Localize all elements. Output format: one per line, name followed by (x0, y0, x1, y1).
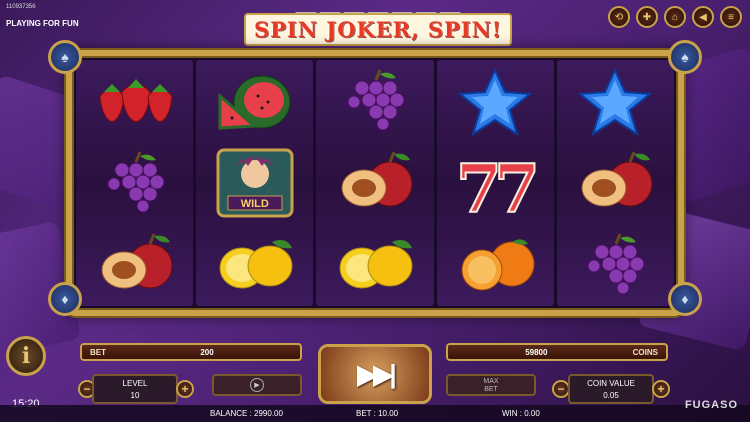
top-toolbar: ⟲ ✚ ⌂ ◀ ≡ (608, 6, 742, 28)
plum-symbol (316, 142, 433, 224)
level-plus-button[interactable]: + (176, 380, 194, 398)
diamond-icon: ♦ (668, 282, 702, 316)
spade-icon: ♠ (668, 40, 702, 74)
balance-text: BALANCE : 2990.00 (210, 409, 283, 418)
home-icon[interactable]: ⌂ (664, 6, 686, 28)
wild-symbol: WILD (196, 142, 313, 224)
svg-text:7: 7 (494, 150, 538, 218)
grapes-symbol (76, 142, 193, 224)
star-symbol (437, 60, 554, 142)
win-text: WIN : 0.00 (502, 409, 540, 418)
star-symbol (557, 60, 674, 142)
reel-2: WILD (196, 60, 314, 306)
bet-bar: BET 200 (80, 343, 302, 361)
reel-1 (76, 60, 194, 306)
play-icon: ▶ (250, 378, 264, 392)
reel-frame: WILD 7 7 (66, 50, 684, 316)
coin-value-plus-button[interactable]: + (652, 380, 670, 398)
grapes-symbol (316, 60, 433, 142)
strawberry-symbol (76, 60, 193, 142)
grapes-symbol (557, 224, 674, 306)
spade-icon: ♠ (48, 40, 82, 74)
plum-symbol (76, 224, 193, 306)
orange-symbol (437, 224, 554, 306)
autoplay-button[interactable]: ▶ (212, 374, 302, 396)
history-icon[interactable]: ⟲ (608, 6, 630, 28)
level-display: LEVEL 10 (92, 374, 178, 404)
coins-label: COINS (632, 347, 658, 357)
level-label: LEVEL (122, 379, 148, 388)
game-logo: SPIN JOKER, SPIN! (218, 6, 538, 52)
reel-4: 77 (436, 60, 554, 306)
plum-symbol (557, 142, 674, 224)
spin-button[interactable]: ▶▶| (318, 344, 432, 404)
seven-symbol: 77 (437, 142, 554, 224)
status-bar: BALANCE : 2990.00 BET : 10.00 WIN : 0.00 (0, 405, 750, 422)
max-bet-label: MAX (483, 378, 499, 385)
lemon-symbol (196, 224, 313, 306)
lemon-symbol (316, 224, 433, 306)
menu-icon[interactable]: ≡ (720, 6, 742, 28)
info-button[interactable]: i (6, 336, 46, 376)
play-mode-label: PLAYING FOR FUN (6, 19, 79, 28)
sound-icon[interactable]: ◀ (692, 6, 714, 28)
game-id: 110937356 (6, 4, 36, 10)
diamond-icon: ♦ (48, 282, 82, 316)
provider-logo: FUGASO (684, 399, 738, 411)
bet-label: BET (90, 347, 106, 357)
coin-value-value: 0.05 (603, 391, 619, 400)
max-bet-button[interactable]: MAX BET (446, 374, 536, 396)
bet-value: 200 (200, 347, 214, 357)
wild-label: WILD (240, 198, 269, 210)
max-bet-label-2: BET (484, 386, 498, 393)
coins-value: 59800 (525, 347, 548, 357)
flag-uk-icon[interactable]: ✚ (636, 6, 658, 28)
coin-value-label: COIN VALUE (587, 379, 635, 388)
coin-value-display: COIN VALUE 0.05 (568, 374, 654, 404)
reel-3 (316, 60, 434, 306)
reel-5 (556, 60, 674, 306)
bet-text: BET : 10.00 (356, 409, 399, 418)
coins-bar: 59800 COINS (446, 343, 668, 361)
reels-grid: WILD 7 7 (76, 60, 674, 306)
logo-text: SPIN JOKER, SPIN! (243, 12, 513, 46)
level-value: 10 (130, 391, 140, 400)
watermelon-symbol (196, 60, 313, 142)
